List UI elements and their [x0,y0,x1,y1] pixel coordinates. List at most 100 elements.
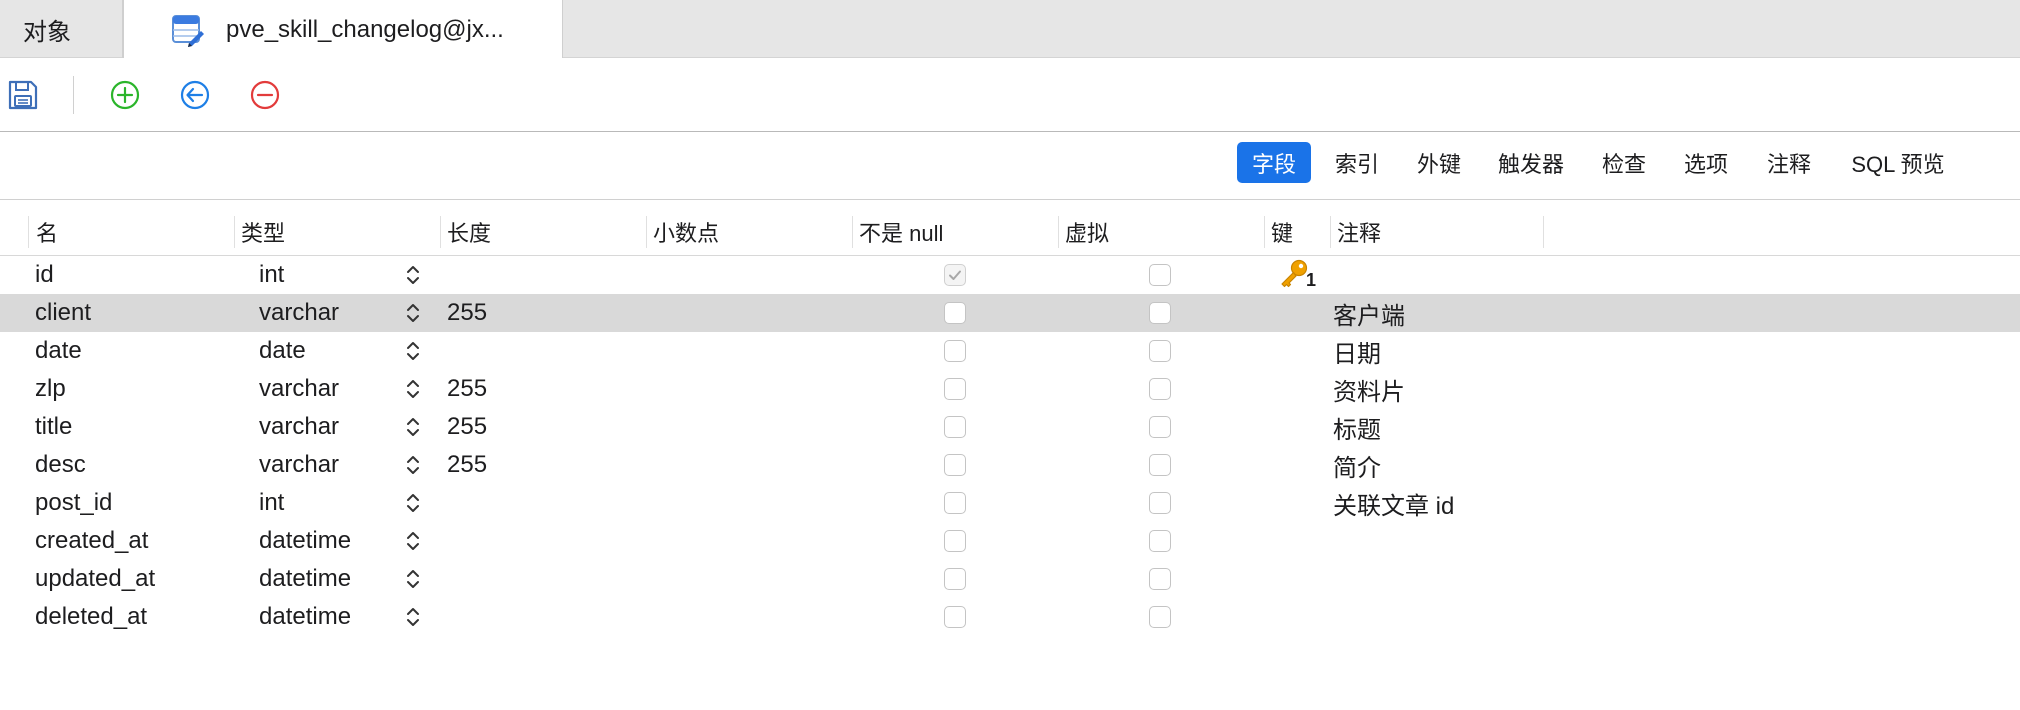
column-header-length[interactable]: 长度 [440,208,491,256]
field-name-cell[interactable]: zlp [35,370,66,408]
subtab-checks[interactable]: 检查 [1590,142,1658,183]
not-null-checkbox[interactable] [944,606,966,628]
field-type-cell[interactable]: datetime [259,598,351,636]
field-comment-cell[interactable]: 资料片 [1333,370,1405,408]
virtual-cell[interactable] [1149,446,1171,484]
virtual-checkbox[interactable] [1149,606,1171,628]
field-type-cell[interactable]: datetime [259,560,351,598]
subtab-indexes[interactable]: 索引 [1323,142,1391,183]
not-null-cell[interactable] [944,446,966,484]
subtab-comment[interactable]: 注释 [1755,142,1823,183]
subtab-triggers[interactable]: 触发器 [1487,142,1575,183]
field-type-cell[interactable]: int [259,484,284,522]
field-type-cell[interactable]: varchar [259,408,339,446]
virtual-cell[interactable] [1149,484,1171,522]
not-null-cell[interactable] [944,484,966,522]
virtual-checkbox[interactable] [1149,416,1171,438]
subtab-sql-preview[interactable]: SQL 预览 [1842,142,1954,183]
not-null-cell[interactable] [944,370,966,408]
not-null-cell[interactable] [944,560,966,598]
field-type-cell[interactable]: date [259,332,306,370]
not-null-cell[interactable] [944,522,966,560]
field-name-cell[interactable]: title [35,408,72,446]
subtab-options[interactable]: 选项 [1672,142,1740,183]
tab-objects[interactable]: 对象 [0,0,123,58]
field-name-cell[interactable]: updated_at [35,560,155,598]
virtual-checkbox[interactable] [1149,454,1171,476]
type-stepper[interactable] [405,294,421,332]
table-row[interactable]: created_at datetime [0,522,2020,560]
not-null-cell[interactable] [944,256,966,294]
type-stepper[interactable] [405,598,421,636]
virtual-cell[interactable] [1149,598,1171,636]
field-length-cell[interactable]: 255 [447,294,487,332]
field-name-cell[interactable]: created_at [35,522,148,560]
not-null-checkbox[interactable] [944,530,966,552]
type-stepper[interactable] [405,256,421,294]
virtual-cell[interactable] [1149,370,1171,408]
virtual-checkbox[interactable] [1149,568,1171,590]
field-name-cell[interactable]: date [35,332,82,370]
column-header-key[interactable]: 键 [1264,208,1293,256]
not-null-checkbox[interactable] [944,302,966,324]
insert-field-button[interactable] [175,75,215,115]
key-cell[interactable]: 1 [1278,256,1318,294]
field-name-cell[interactable]: client [35,294,91,332]
not-null-cell[interactable] [944,332,966,370]
type-stepper[interactable] [405,484,421,522]
field-type-cell[interactable]: int [259,256,284,294]
table-row[interactable]: zlp varchar 255 资料片 [0,370,2020,408]
save-button[interactable] [3,75,43,115]
type-stepper[interactable] [405,522,421,560]
virtual-checkbox[interactable] [1149,302,1171,324]
not-null-checkbox[interactable] [944,492,966,514]
field-comment-cell[interactable]: 简介 [1333,446,1381,484]
field-name-cell[interactable]: deleted_at [35,598,147,636]
table-row[interactable]: post_id int 关联文章 id [0,484,2020,522]
not-null-checkbox[interactable] [944,340,966,362]
type-stepper[interactable] [405,332,421,370]
type-stepper[interactable] [405,408,421,446]
virtual-cell[interactable] [1149,294,1171,332]
subtab-foreign-keys[interactable]: 外键 [1405,142,1473,183]
table-row[interactable]: date date 日期 [0,332,2020,370]
virtual-cell[interactable] [1149,332,1171,370]
field-name-cell[interactable]: id [35,256,54,294]
field-type-cell[interactable]: varchar [259,446,339,484]
field-type-cell[interactable]: varchar [259,294,339,332]
type-stepper[interactable] [405,370,421,408]
field-comment-cell[interactable]: 客户端 [1333,294,1405,332]
field-name-cell[interactable]: desc [35,446,86,484]
virtual-cell[interactable] [1149,256,1171,294]
virtual-checkbox[interactable] [1149,340,1171,362]
add-field-button[interactable] [105,75,145,115]
virtual-cell[interactable] [1149,522,1171,560]
table-row[interactable]: client varchar 255 客户端 [0,294,2020,332]
table-row[interactable]: deleted_at datetime [0,598,2020,636]
not-null-checkbox[interactable] [944,378,966,400]
not-null-cell[interactable] [944,598,966,636]
not-null-checkbox[interactable] [944,416,966,438]
not-null-cell[interactable] [944,294,966,332]
not-null-checkbox[interactable] [944,454,966,476]
column-header-comment[interactable]: 注释 [1330,208,1381,256]
table-row[interactable]: updated_at datetime [0,560,2020,598]
column-header-name[interactable]: 名 [29,208,58,256]
virtual-checkbox[interactable] [1149,264,1171,286]
field-type-cell[interactable]: datetime [259,522,351,560]
not-null-checkbox[interactable] [944,264,966,286]
field-name-cell[interactable]: post_id [35,484,112,522]
type-stepper[interactable] [405,560,421,598]
column-header-not-null[interactable]: 不是 null [852,208,943,256]
column-header-decimals[interactable]: 小数点 [646,208,719,256]
field-length-cell[interactable]: 255 [447,446,487,484]
field-type-cell[interactable]: varchar [259,370,339,408]
tab-table-design[interactable]: pve_skill_changelog@jx... [123,0,563,59]
field-comment-cell[interactable]: 关联文章 id [1333,484,1454,522]
table-row[interactable]: id int 1 [0,256,2020,294]
table-row[interactable]: desc varchar 255 简介 [0,446,2020,484]
type-stepper[interactable] [405,446,421,484]
not-null-cell[interactable] [944,408,966,446]
table-row[interactable]: title varchar 255 标题 [0,408,2020,446]
not-null-checkbox[interactable] [944,568,966,590]
